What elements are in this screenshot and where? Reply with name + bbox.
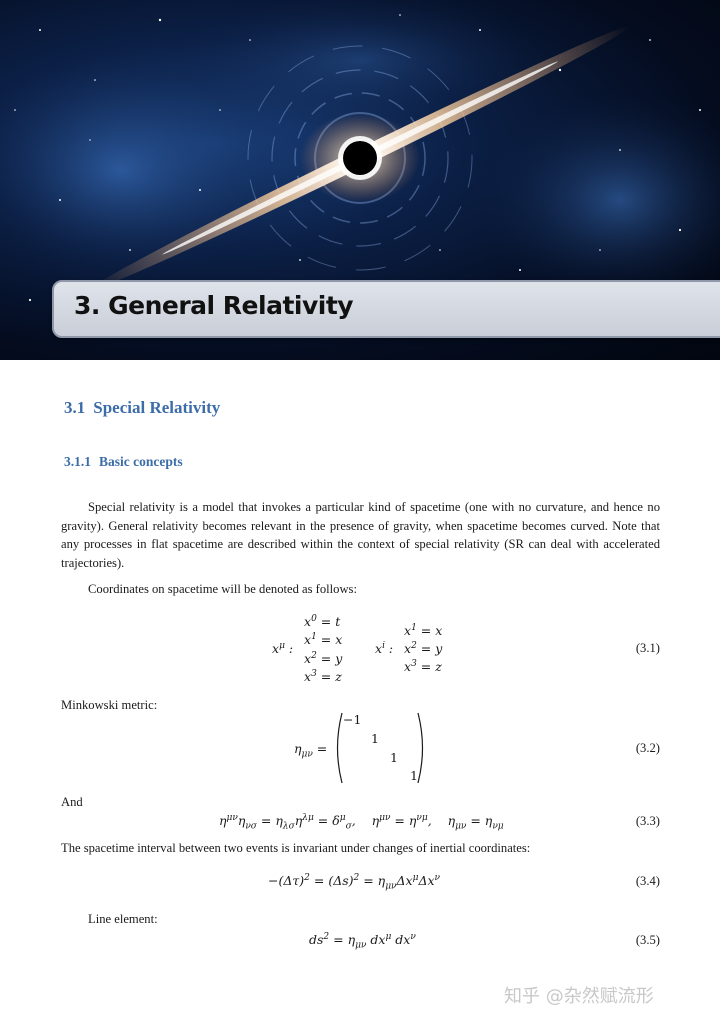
equation-3-1-x1: x1 = x (304, 632, 343, 648)
section-number: 3.1 (64, 398, 86, 417)
section-heading: 3.1 Special Relativity (64, 398, 220, 418)
equation-number: (3.1) (635, 641, 660, 655)
watermark: 知乎 @杂然赋流形 (504, 986, 654, 1007)
equation-3-1-x3: x3 = z (304, 669, 342, 685)
chapter-banner-image: 3. General Relativity (0, 0, 720, 360)
equation-3-3: ημνηνσ = ηλσηλμ = δμσ, ημν = ηνμ, ημν = … (219, 813, 504, 832)
equation-3-1-xi-label: xi : (375, 641, 394, 657)
equation-3-2-eta: ημν = (294, 741, 328, 760)
subsection-title: Basic concepts (99, 454, 183, 469)
matrix-entry: 1 (410, 768, 418, 783)
matrix-entry: −1 (343, 712, 362, 727)
equation-3-1-x2: x2 = y (304, 651, 343, 667)
equation-3-1-xi2: x2 = y (404, 641, 443, 657)
and-label: And (61, 795, 83, 809)
equation-3-5: ds2 = ημν dxμ dxν (309, 932, 416, 951)
matrix-entry: 1 (371, 731, 379, 746)
interval-sentence: The spacetime interval between two event… (61, 841, 531, 855)
equation-3-4: −(Δτ)2 = (Δs)2 = ημνΔxμΔxν (268, 873, 441, 892)
equation-number: (3.5) (635, 933, 660, 947)
equation-number: (3.4) (635, 874, 660, 888)
matrix-entry: 1 (390, 750, 398, 765)
chapter-title: 3. General Relativity (74, 291, 354, 320)
minkowski-label: Minkowski metric: (61, 698, 158, 712)
equation-number: (3.3) (635, 814, 660, 828)
equation-3-1-xi1: x1 = x (404, 623, 443, 639)
chapter-title-box: 3. General Relativity (52, 280, 720, 338)
subsection-number: 3.1.1 (64, 454, 91, 469)
subsection-heading: 3.1.1 Basic concepts (64, 454, 183, 470)
equation-number: (3.2) (635, 741, 660, 755)
coords-sentence: Coordinates on spacetime will be denoted… (88, 582, 357, 596)
section-title: Special Relativity (93, 398, 221, 417)
equation-3-1-x0: x0 = t (304, 614, 341, 630)
equation-3-1-xi3: x3 = z (404, 659, 442, 675)
intro-paragraph: Special relativity is a model that invok… (61, 500, 660, 570)
equation-3-1-xmu-label: xμ : (272, 641, 294, 657)
line-element-label: Line element: (88, 912, 158, 926)
